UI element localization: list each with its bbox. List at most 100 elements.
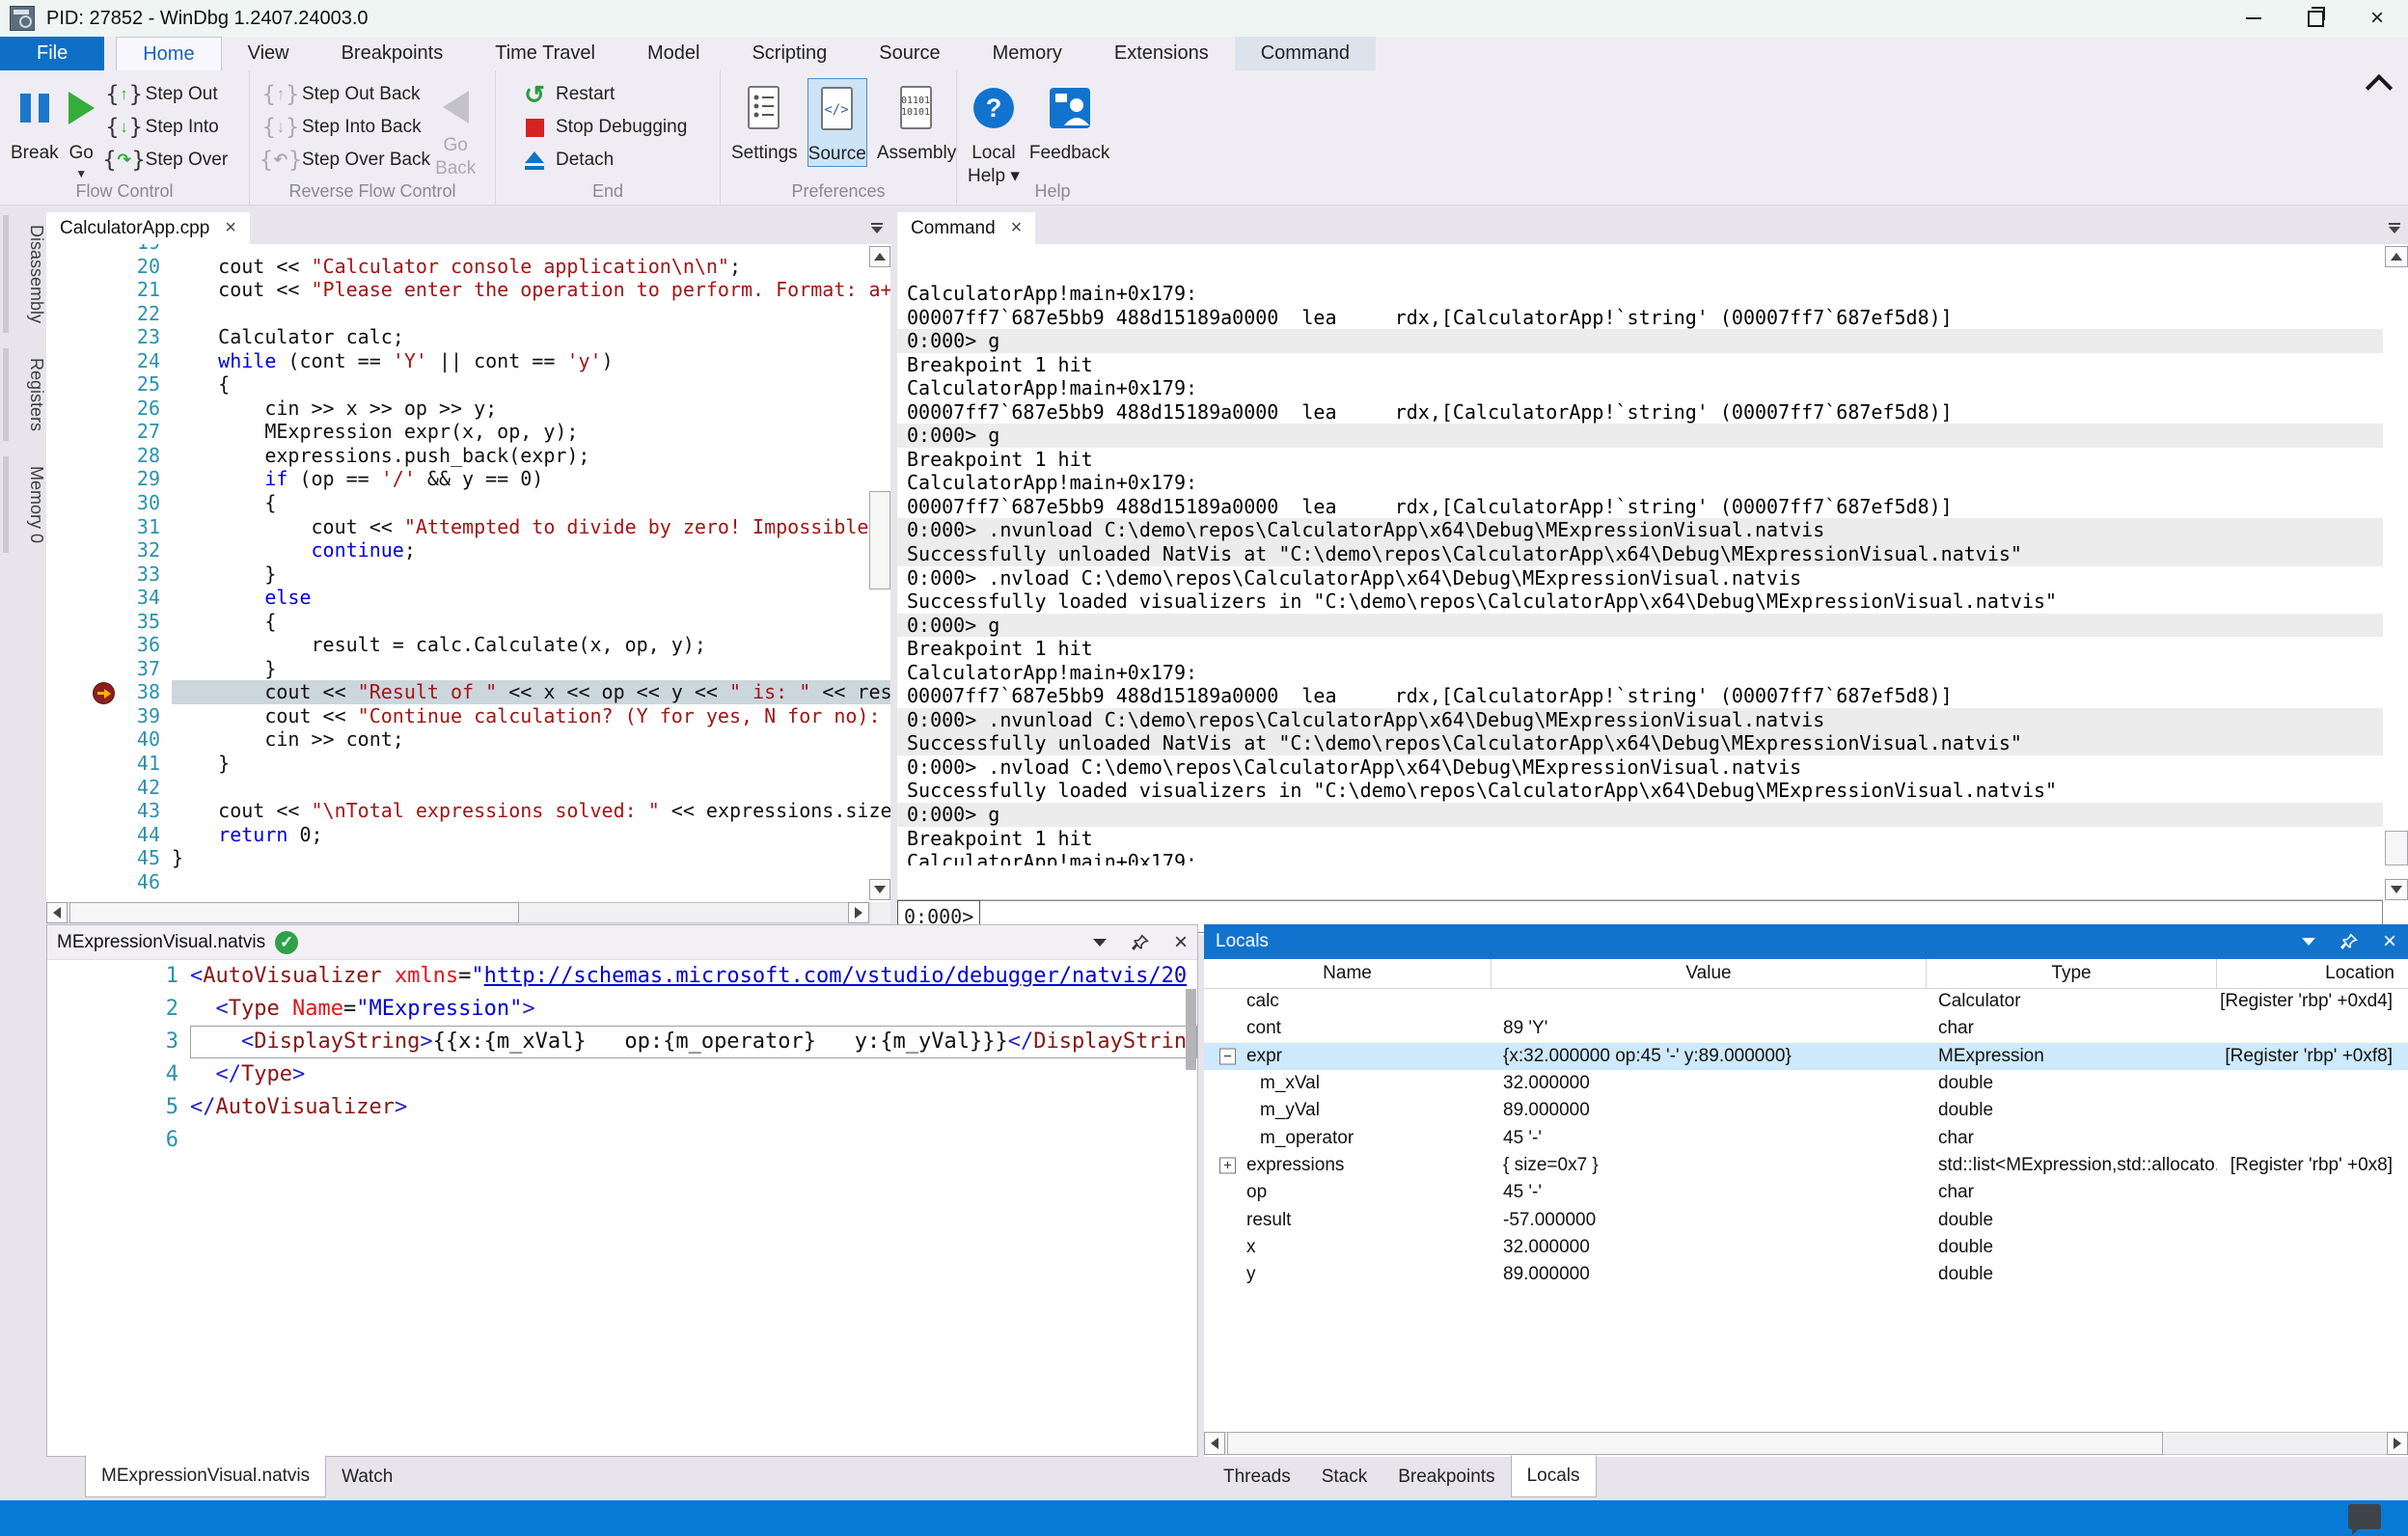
code-text[interactable]: } bbox=[172, 657, 890, 681]
source-vscroll-up[interactable] bbox=[869, 246, 890, 267]
locals-row-m-yval[interactable]: m_yVal89.000000double bbox=[1204, 1097, 2408, 1124]
code-text[interactable]: result = calc.Calculate(x, op, y); bbox=[172, 633, 890, 657]
code-text[interactable]: MExpression expr(x, op, y); bbox=[172, 420, 890, 444]
source-line-43[interactable]: 43 cout << "\nTotal expressions solved: … bbox=[46, 799, 890, 823]
source-line-35[interactable]: 35 { bbox=[46, 610, 890, 634]
detach-button[interactable]: Detach bbox=[513, 144, 687, 177]
source-line-39[interactable]: 39 cout << "Continue calculation? (Y for… bbox=[46, 704, 890, 728]
source-line-26[interactable]: 26 cin >> x >> op >> y; bbox=[46, 397, 890, 421]
go-back-button[interactable]: GoBack bbox=[435, 84, 476, 180]
breakpoint-current-line-icon[interactable] bbox=[93, 682, 115, 704]
line-number[interactable]: 34 bbox=[46, 586, 172, 610]
code-text[interactable]: cin >> cont; bbox=[172, 727, 890, 752]
source-line-46[interactable]: 46 bbox=[46, 870, 890, 894]
code-text[interactable]: return 0; bbox=[172, 823, 890, 847]
code-text[interactable]: </Type> bbox=[190, 1058, 1197, 1091]
bottom-tab-locals[interactable]: Locals bbox=[1511, 1455, 1597, 1497]
source-line-38[interactable]: 38 cout << "Result of " << x << op << y … bbox=[46, 680, 890, 704]
line-number[interactable]: 43 bbox=[46, 799, 172, 823]
source-line-19[interactable]: 19 bbox=[46, 244, 890, 255]
source-line-45[interactable]: 45} bbox=[46, 846, 890, 870]
line-number[interactable]: 26 bbox=[46, 397, 172, 421]
source-line-29[interactable]: 29 if (op == '/' && y == 0) bbox=[46, 467, 890, 491]
source-line-27[interactable]: 27 MExpression expr(x, op, y); bbox=[46, 420, 890, 444]
local-help-button[interactable]: ? LocalHelp ▾ bbox=[968, 78, 1020, 188]
code-text[interactable]: continue; bbox=[172, 538, 890, 562]
code-text[interactable]: else bbox=[172, 586, 890, 610]
pin-icon[interactable] bbox=[2340, 933, 2358, 950]
code-text[interactable]: cout << "\nTotal expressions solved: " <… bbox=[172, 799, 890, 823]
break-button[interactable]: Break bbox=[11, 78, 59, 165]
locals-row-expressions[interactable]: +expressions{ size=0x7 }std::list<MExpre… bbox=[1204, 1152, 2408, 1179]
step-over-button[interactable]: {↷} Step Over bbox=[103, 144, 229, 177]
locals-column-header-type[interactable]: Type bbox=[1927, 959, 2217, 988]
line-number[interactable]: 35 bbox=[46, 610, 172, 634]
rail-tab-disassembly[interactable]: Disassembly bbox=[14, 215, 46, 333]
bottom-tab-breakpoints[interactable]: Breakpoints bbox=[1382, 1457, 1510, 1497]
locals-column-header-location[interactable]: Location bbox=[2217, 959, 2408, 988]
menu-tab-scripting[interactable]: Scripting bbox=[725, 37, 853, 70]
natvis-line-5[interactable]: 5</AutoVisualizer> bbox=[47, 1091, 1197, 1124]
chevron-down-icon[interactable] bbox=[1093, 939, 1107, 946]
tab-calculatorapp-cpp[interactable]: CalculatorApp.cpp × bbox=[46, 212, 250, 244]
close-icon[interactable]: × bbox=[2383, 932, 2396, 951]
menu-tab-time-travel[interactable]: Time Travel bbox=[469, 37, 621, 70]
natvis-line-4[interactable]: 4 </Type> bbox=[47, 1058, 1197, 1091]
locals-row-y[interactable]: y89.000000double bbox=[1204, 1261, 2408, 1288]
code-text[interactable]: cout << "Please enter the operation to p… bbox=[172, 278, 890, 302]
line-number[interactable]: 36 bbox=[46, 633, 172, 657]
line-number[interactable]: 33 bbox=[46, 562, 172, 587]
code-text[interactable] bbox=[172, 776, 890, 800]
bottom-tab-threads[interactable]: Threads bbox=[1208, 1457, 1306, 1497]
menu-tab-home[interactable]: Home bbox=[116, 37, 221, 70]
locals-row-cont[interactable]: cont89 'Y'char bbox=[1204, 1015, 2408, 1042]
line-number[interactable]: 24 bbox=[46, 349, 172, 373]
menu-tab-command[interactable]: Command bbox=[1235, 37, 1376, 70]
command-output[interactable]: CalculatorApp!main+0x179:00007ff7`687e5b… bbox=[897, 280, 2383, 865]
stop-debugging-button[interactable]: Stop Debugging bbox=[513, 111, 687, 144]
code-text[interactable] bbox=[190, 1124, 1197, 1157]
source-line-25[interactable]: 25 { bbox=[46, 372, 890, 397]
command-vscroll-down[interactable] bbox=[2385, 879, 2408, 900]
code-text[interactable] bbox=[172, 302, 890, 326]
rail-tab-memory-0[interactable]: Memory 0 bbox=[14, 456, 46, 553]
tab-close-icon[interactable]: × bbox=[225, 217, 236, 239]
code-text[interactable]: { bbox=[172, 491, 890, 515]
line-number[interactable]: 38 bbox=[46, 680, 172, 704]
line-number[interactable]: 21 bbox=[46, 278, 172, 302]
close-button[interactable]: × bbox=[2346, 0, 2408, 37]
source-line-30[interactable]: 30 { bbox=[46, 491, 890, 515]
source-line-41[interactable]: 41 } bbox=[46, 752, 890, 776]
locals-row-result[interactable]: result-57.000000double bbox=[1204, 1206, 2408, 1233]
source-vscroll-down[interactable] bbox=[869, 879, 890, 900]
line-number[interactable]: 32 bbox=[46, 538, 172, 562]
locals-row-expr[interactable]: −expr{x:32.000000 op:45 '-' y:89.000000}… bbox=[1204, 1043, 2408, 1070]
minimize-button[interactable] bbox=[2223, 0, 2285, 37]
close-icon[interactable]: × bbox=[1174, 933, 1188, 952]
locals-hscroll-thumb[interactable] bbox=[1227, 1432, 2163, 1455]
line-number[interactable]: 25 bbox=[46, 372, 172, 397]
settings-button[interactable]: Settings bbox=[731, 78, 798, 165]
code-text[interactable]: while (cont == 'Y' || cont == 'y') bbox=[172, 349, 890, 373]
locals-row-m-operator[interactable]: m_operator45 '-'char bbox=[1204, 1124, 2408, 1151]
source-editor[interactable]: 1920 cout << "Calculator console applica… bbox=[46, 244, 890, 902]
source-hscroll-right[interactable] bbox=[848, 902, 869, 923]
line-number[interactable]: 22 bbox=[46, 302, 172, 326]
source-mode-button[interactable]: </> Source bbox=[807, 78, 867, 167]
line-number[interactable]: 37 bbox=[46, 657, 172, 681]
source-line-42[interactable]: 42 bbox=[46, 776, 890, 800]
assembly-button[interactable]: 01101 10101 Assembly bbox=[877, 78, 956, 165]
menu-tab-memory[interactable]: Memory bbox=[967, 37, 1088, 70]
line-number[interactable]: 19 bbox=[46, 244, 172, 255]
collapse-ribbon-icon[interactable] bbox=[2366, 74, 2393, 101]
step-over-back-button[interactable]: {↶} Step Over Back bbox=[260, 144, 430, 177]
line-number[interactable]: 31 bbox=[46, 515, 172, 539]
menu-tab-file[interactable]: File bbox=[0, 37, 104, 70]
command-vscroll-thumb[interactable] bbox=[2385, 831, 2408, 865]
locals-hscroll-left[interactable] bbox=[1204, 1432, 1225, 1455]
natvis-line-2[interactable]: 2 <Type Name="MExpression"> bbox=[47, 993, 1197, 1026]
locals-row-calc[interactable]: calcCalculator[Register 'rbp' +0xd4] bbox=[1204, 988, 2408, 1015]
code-text[interactable]: { bbox=[172, 372, 890, 397]
code-text[interactable]: } bbox=[172, 846, 890, 870]
code-text[interactable]: cout << "Attempted to divide by zero! Im… bbox=[172, 515, 890, 539]
